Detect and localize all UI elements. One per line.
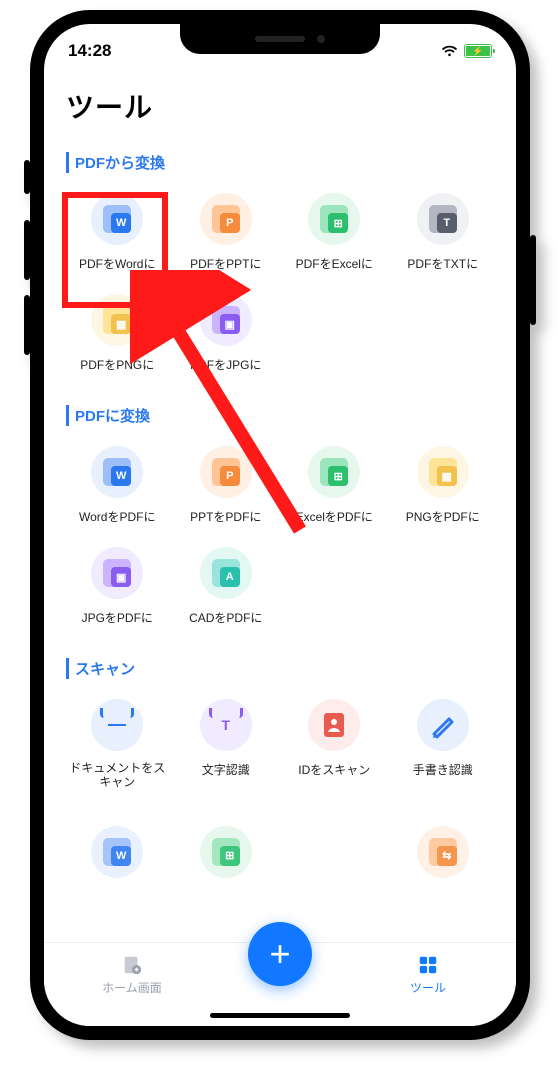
speaker <box>255 36 305 42</box>
wifi-icon <box>441 45 458 57</box>
tool-label: IDをスキャン <box>298 761 370 778</box>
annotation-arrow <box>130 270 350 560</box>
nav-tools-label: ツール <box>410 979 446 996</box>
tool-PNGをPDFに[interactable]: ▦ PNGをPDFに <box>392 440 495 531</box>
tools-icon <box>416 953 440 977</box>
tool-IDをスキャン[interactable]: IDをスキャン <box>283 693 386 796</box>
home-icon <box>120 953 144 977</box>
tool-label: CADをPDFに <box>189 609 262 626</box>
notch <box>180 24 380 54</box>
side-button <box>24 295 30 355</box>
nav-home-label: ホーム画面 <box>102 979 162 996</box>
tool-icon: T <box>200 699 252 751</box>
tool-文字認識[interactable]: T 文字認識 <box>175 693 278 796</box>
section-title: PDFから変換 <box>66 152 494 173</box>
tool-icon: ▦ <box>417 446 469 498</box>
tool-icon <box>308 699 360 751</box>
page-title: ツール <box>66 86 494 126</box>
tool-label: JPGをPDFに <box>82 609 153 626</box>
tool-PDFをTXTに[interactable]: T PDFをTXTに <box>392 187 495 278</box>
side-button <box>530 235 536 325</box>
tool-[interactable]: ⇆ <box>392 820 495 884</box>
tool-icon: P <box>200 193 252 245</box>
tool-icon: ⊞ <box>200 826 252 878</box>
fab-add[interactable]: + <box>248 922 312 986</box>
nav-tools[interactable]: ツール <box>368 953 488 996</box>
tool-[interactable]: W <box>66 820 169 884</box>
tool-icon: W <box>91 826 143 878</box>
tool-label: PNGをPDFに <box>406 508 480 525</box>
tool-[interactable]: ⊞ <box>175 820 278 884</box>
home-indicator <box>210 1013 350 1018</box>
annotation-highlight <box>62 192 168 308</box>
tool-手書き認識[interactable]: 手書き認識 <box>392 693 495 796</box>
tool-icon <box>417 699 469 751</box>
tool-PDFをPPTに[interactable]: PPDFをPPTに <box>175 187 278 278</box>
tool-grid: ドキュメントをスキャン T 文字認識 IDをスキャン 手書き認識 <box>66 693 494 796</box>
tool-label: 文字認識 <box>202 761 250 778</box>
tool-icon: T <box>417 193 469 245</box>
bottom-nav: ホーム画面 ツール + <box>44 942 516 1026</box>
tool-icon: ⊞ <box>308 193 360 245</box>
status-time: 14:28 <box>68 41 111 61</box>
tool-label: ドキュメントをスキャン <box>66 761 169 790</box>
camera-dot <box>317 35 325 43</box>
tool-PDFをExcelに[interactable]: ⊞PDFをExcelに <box>283 187 386 278</box>
tool-ドキュメントをスキャン[interactable]: ドキュメントをスキャン <box>66 693 169 796</box>
nav-home[interactable]: ホーム画面 <box>72 953 192 996</box>
battery-icon: ⚡ <box>464 44 492 58</box>
section-title: スキャン <box>66 658 494 679</box>
tool-label: PDFをTXTに <box>407 255 478 272</box>
tool-icon: ⇆ <box>417 826 469 878</box>
side-button <box>24 160 30 194</box>
tool-label: 手書き認識 <box>413 761 473 778</box>
tool-icon <box>91 699 143 751</box>
side-button <box>24 220 30 280</box>
